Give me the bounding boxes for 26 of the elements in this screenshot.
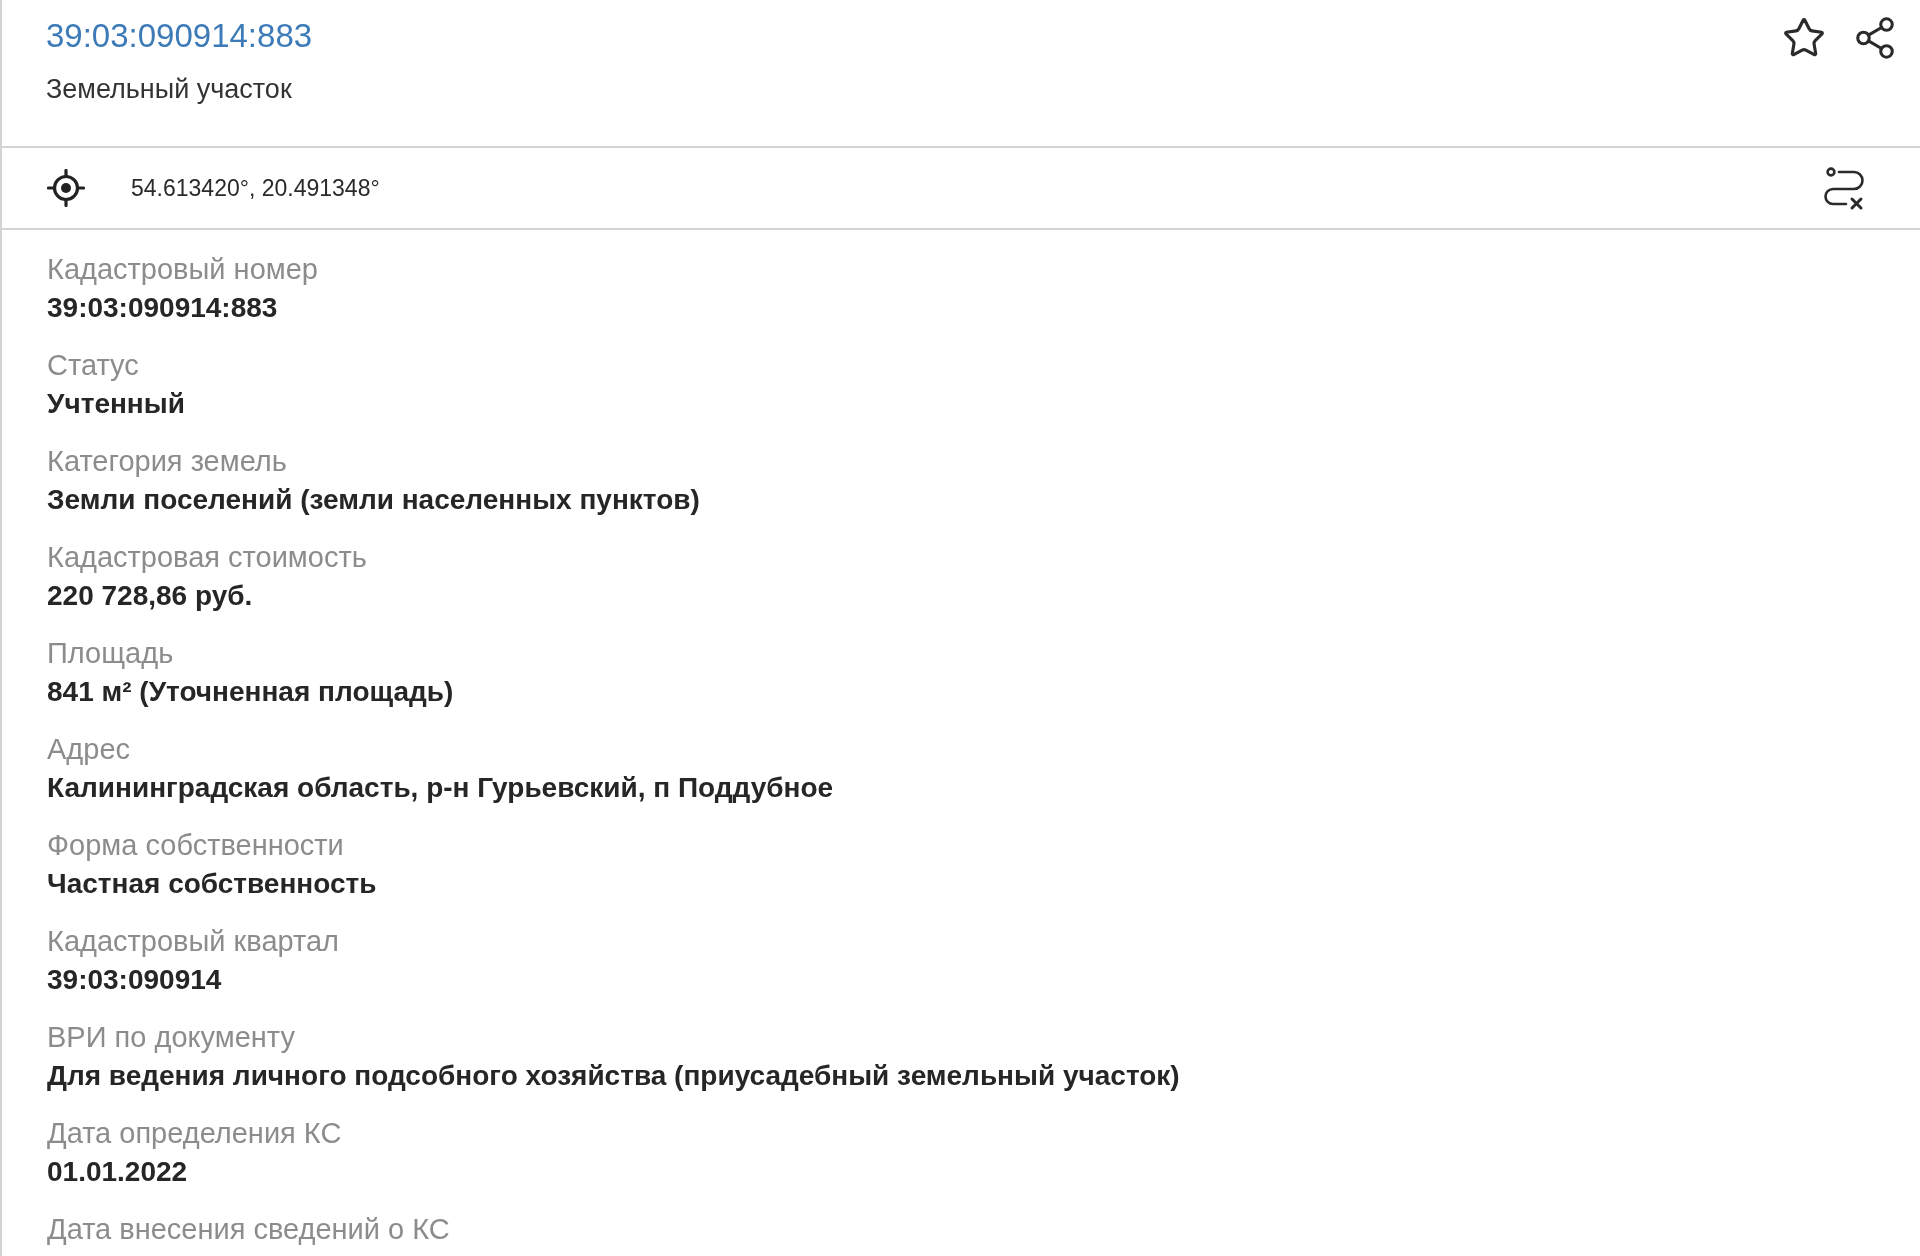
- crosshair-icon: [47, 169, 85, 207]
- field-label: ВРИ по документу: [47, 1020, 295, 1054]
- field-label: Категория земель: [47, 444, 287, 478]
- field-value: 01.01.2022: [47, 1155, 188, 1189]
- field-value: Частная собственность: [47, 867, 377, 901]
- field-label: Форма собственности: [47, 828, 344, 862]
- field-value: Земли поселений (земли населенных пунктов): [47, 483, 700, 517]
- field-value: Для ведения личного подсобного хозяйства (приусадебный земельный участок): [47, 1059, 1180, 1093]
- field-value: Учтенный: [47, 387, 185, 421]
- field-value: 220 728,86 руб.: [47, 579, 253, 613]
- field-value: 39:03:090914: [47, 963, 222, 997]
- cadastral-number-link[interactable]: 39:03:090914:883: [46, 15, 313, 57]
- field-value: Калининградская область, р-н Гурьевский, п Поддубное: [47, 771, 834, 805]
- field-value: 841 м² (Уточненная площадь): [47, 675, 454, 709]
- coordinates-text: 54.613420°, 20.491348°: [131, 173, 380, 203]
- field-label: Дата внесения сведений о КС: [47, 1212, 450, 1246]
- field-label: Адрес: [47, 732, 131, 766]
- route-clear-icon[interactable]: [1824, 165, 1864, 211]
- field-value: 39:03:090914:883: [47, 291, 278, 325]
- field-label: Кадастровая стоимость: [47, 540, 367, 574]
- field-label: Площадь: [47, 636, 174, 670]
- field-label: Кадастровый номер: [47, 252, 318, 286]
- field-label: Дата определения КС: [47, 1116, 342, 1150]
- field-label: Статус: [47, 348, 139, 382]
- field-label: Кадастровый квартал: [47, 924, 339, 958]
- object-type-text: Земельный участок: [46, 73, 292, 106]
